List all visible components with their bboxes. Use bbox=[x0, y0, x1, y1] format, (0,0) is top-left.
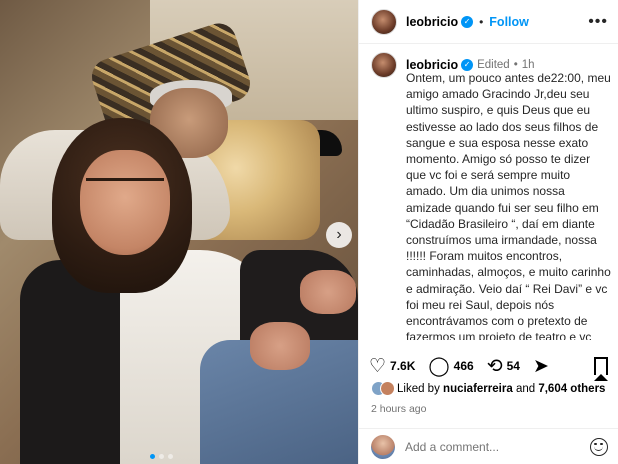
share-send-icon[interactable]: ➤ bbox=[533, 357, 549, 376]
post-caption: Ontem, um pouco antes de22:00, meu amigo… bbox=[406, 71, 611, 340]
carousel-dot bbox=[150, 454, 155, 459]
author-username[interactable]: leobricio bbox=[406, 15, 458, 29]
post-timestamp[interactable]: 2 hours ago bbox=[371, 403, 426, 415]
emoji-icon[interactable] bbox=[590, 437, 608, 456]
carousel-dot bbox=[168, 454, 173, 459]
carousel-dots bbox=[150, 454, 173, 459]
current-user-avatar bbox=[371, 434, 395, 459]
verified-badge-icon: ✓ bbox=[461, 15, 474, 28]
liked-by-row: Liked by nuciaferreira and 7,604 others bbox=[371, 381, 605, 397]
liked-by-and: and bbox=[515, 383, 536, 395]
photo-man-face bbox=[80, 150, 170, 255]
carousel-dot bbox=[159, 454, 164, 459]
separator-dot: • bbox=[479, 14, 484, 29]
carousel-next-button[interactable]: › bbox=[326, 222, 352, 248]
reposts-count[interactable]: 54 bbox=[507, 359, 520, 373]
photo-glasses bbox=[86, 178, 164, 196]
action-bar: ♡ 7.6K ◯ 466 ⟲ 54 ➤ bbox=[369, 352, 608, 381]
chevron-right-icon: › bbox=[336, 226, 342, 243]
liker-avatar bbox=[380, 381, 395, 396]
likes-count[interactable]: 7.6K bbox=[390, 359, 415, 373]
heart-icon[interactable]: ♡ bbox=[369, 357, 386, 376]
like-action[interactable]: ♡ 7.6K bbox=[369, 357, 415, 376]
photo-hand bbox=[250, 322, 310, 370]
post-photo[interactable]: › bbox=[0, 0, 358, 464]
caption-area: leobricio ✓ Edited • 1h Ontem, um pouco … bbox=[371, 52, 613, 340]
comment-action[interactable]: ◯ 466 bbox=[428, 357, 473, 376]
photo-hand-2 bbox=[300, 270, 356, 314]
comment-bubble-icon[interactable]: ◯ bbox=[428, 357, 449, 376]
share-action[interactable]: ➤ bbox=[533, 357, 553, 376]
liker-avatars bbox=[371, 381, 397, 397]
liked-by-prefix: Liked by bbox=[397, 383, 440, 395]
comments-count[interactable]: 466 bbox=[454, 359, 474, 373]
post-details-panel: leobricio ✓ • Follow ••• leobricio ✓ Edi… bbox=[358, 0, 618, 464]
liked-by-user[interactable]: nuciaferreira bbox=[443, 383, 513, 395]
comment-bar bbox=[359, 428, 618, 464]
author-avatar[interactable] bbox=[371, 8, 397, 35]
comment-input[interactable] bbox=[405, 439, 575, 454]
liked-by-others[interactable]: 7,604 others bbox=[538, 383, 605, 395]
post-header: leobricio ✓ • Follow ••• bbox=[359, 0, 618, 44]
follow-button[interactable]: Follow bbox=[489, 15, 529, 29]
repost-action[interactable]: ⟲ 54 bbox=[487, 357, 520, 376]
bookmark-icon[interactable] bbox=[594, 357, 608, 381]
more-options-icon[interactable]: ••• bbox=[588, 13, 608, 31]
repost-icon[interactable]: ⟲ bbox=[487, 357, 503, 376]
caption-author-avatar[interactable] bbox=[371, 52, 397, 78]
